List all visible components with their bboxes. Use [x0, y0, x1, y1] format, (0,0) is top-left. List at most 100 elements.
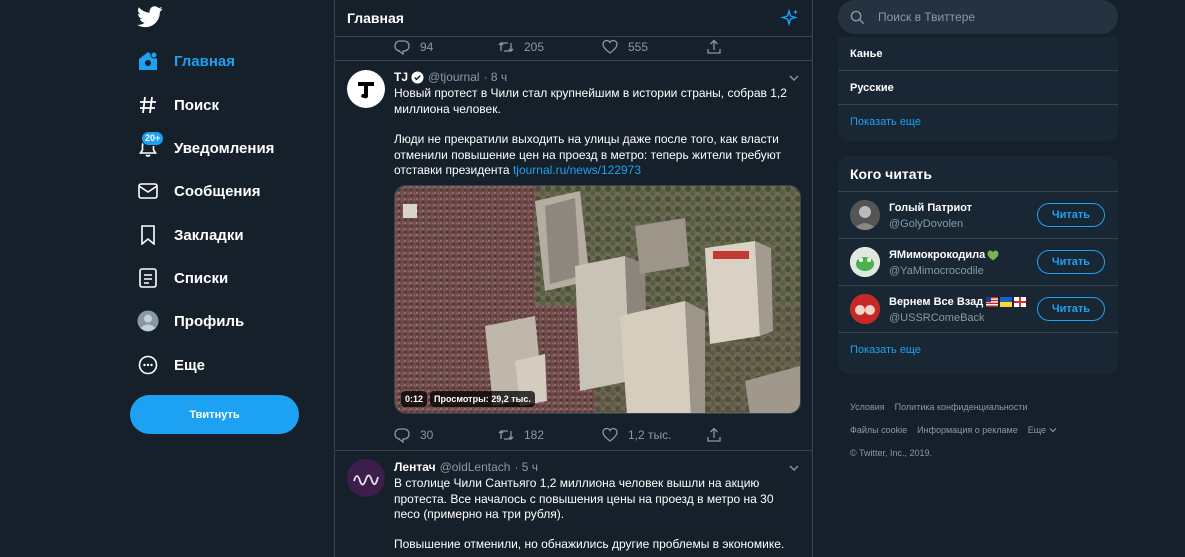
tweet-text: Новый протест в Чили стал крупнейшим в и… — [394, 86, 791, 116]
author-name[interactable]: TJ — [394, 70, 408, 84]
page-title: Главная — [347, 10, 404, 26]
footer-terms-link[interactable]: Условия — [850, 402, 885, 412]
tweet[interactable]: TJ @tjournal · 8 ч Новый протест в Чили … — [335, 61, 812, 451]
heart-icon — [602, 427, 618, 442]
timeline: Главная 94 205 555 TJ @tjournal · 8 ч Но… — [334, 0, 813, 557]
suggestion-name-row: ЯМимокрокодила — [889, 249, 999, 261]
author-name[interactable]: Лентач — [394, 460, 436, 474]
tweet-text-2: Повышение отменили, но обнажились другие… — [394, 537, 785, 551]
video-views: Просмотры: 29,2 тыс. — [430, 391, 535, 407]
author-handle[interactable]: @oldLentach — [440, 460, 511, 474]
reply-count: 94 — [420, 40, 434, 54]
notifications-badge: 20+ — [141, 131, 165, 146]
nav-home-label: Главная — [174, 52, 236, 70]
retweet-button[interactable]: 182 — [498, 427, 602, 443]
list-icon — [137, 267, 159, 289]
search-bar[interactable] — [838, 0, 1118, 34]
footer-row-3: © Twitter, Inc., 2019. — [850, 448, 942, 458]
avatar[interactable] — [347, 70, 385, 108]
follow-button[interactable]: Читать — [1037, 297, 1105, 321]
trends-panel: Канье Русские Показать еще — [838, 37, 1118, 141]
tj-logo-icon — [358, 82, 374, 99]
avatar[interactable] — [850, 200, 880, 230]
footer-ads-link[interactable]: Информация о рекламе — [917, 425, 1018, 435]
share-button[interactable] — [706, 39, 810, 55]
avatar[interactable] — [347, 459, 385, 497]
tweet-header: Лентач @oldLentach · 5 ч — [394, 460, 538, 474]
follow-button[interactable]: Читать — [1037, 250, 1105, 274]
bookmark-icon — [137, 224, 159, 246]
chevron-down-icon[interactable] — [788, 462, 800, 474]
retweet-button[interactable]: 205 — [498, 39, 602, 55]
nav-notifications-label: Уведомления — [174, 139, 275, 157]
nav-explore[interactable]: Поиск — [137, 90, 219, 120]
scrollbar[interactable] — [1173, 0, 1185, 557]
suggestion-name: ЯМимокрокодила — [889, 249, 986, 261]
avatar[interactable] — [850, 247, 880, 277]
author-handle[interactable]: @tjournal — [428, 70, 480, 84]
nav-bookmarks-label: Закладки — [174, 226, 244, 244]
sparkle-icon[interactable] — [780, 8, 800, 28]
like-button[interactable]: 1,2 тыс. — [602, 427, 706, 443]
retweet-count: 182 — [524, 428, 545, 442]
avatar[interactable] — [850, 294, 880, 324]
chevron-down-icon — [1049, 428, 1057, 433]
footer-privacy-link[interactable]: Политика конфиденциальности — [895, 402, 1028, 412]
footer-copyright: © Twitter, Inc., 2019. — [850, 448, 933, 458]
tweet-text-2: Люди не прекратили выходить на улицы даж… — [394, 132, 799, 179]
more-icon — [137, 354, 159, 376]
reply-button[interactable]: 30 — [394, 427, 498, 443]
share-button[interactable] — [706, 427, 810, 443]
ussr-avatar-icon — [850, 294, 880, 324]
user-avatar-icon — [850, 200, 880, 230]
who-to-follow-show-more[interactable]: Показать еще — [838, 333, 1118, 367]
twitter-logo-icon[interactable] — [137, 6, 163, 28]
trend-item[interactable]: Русские — [838, 71, 1118, 105]
nav-lists[interactable]: Списки — [137, 263, 228, 293]
retweet-icon — [498, 42, 514, 52]
search-input[interactable] — [878, 10, 1098, 24]
left-navigation: Главная Поиск 20+ Уведомления Сообщения … — [0, 0, 335, 557]
nav-notifications[interactable]: 20+ Уведомления — [137, 131, 275, 163]
like-button[interactable]: 555 — [602, 39, 706, 55]
tweet-button[interactable]: Твитнуть — [130, 395, 299, 434]
lentach-logo-icon — [353, 474, 379, 486]
reply-button[interactable]: 94 — [394, 39, 498, 55]
crowd-video-thumbnail — [395, 186, 800, 413]
tweet-time[interactable]: · 5 ч — [514, 460, 538, 474]
follow-suggestion[interactable]: Голый Патриот @GolyDovolen Читать — [838, 192, 1118, 239]
follow-suggestion[interactable]: ЯМимокрокодила @YaMimocrocodile Читать — [838, 239, 1118, 286]
trends-show-more[interactable]: Показать еще — [838, 105, 1118, 139]
footer-cookies-link[interactable]: Файлы cookie — [850, 425, 907, 435]
nav-bookmarks[interactable]: Закладки — [137, 220, 244, 250]
green-heart-icon — [987, 250, 999, 260]
tweet-actions: 94 205 555 — [394, 39, 810, 55]
like-count: 555 — [628, 40, 649, 54]
who-to-follow-title: Кого читать — [838, 156, 1118, 192]
home-icon — [137, 50, 159, 72]
tweet-video[interactable]: 0:12 Просмотры: 29,2 тыс. — [394, 185, 801, 414]
tweet-header: TJ @tjournal · 8 ч — [394, 70, 507, 84]
trend-item[interactable]: Канье — [838, 37, 1118, 71]
reply-icon — [394, 40, 410, 55]
footer-more-link[interactable]: Еще — [1028, 425, 1057, 435]
tweet-text: В столице Чили Сантьяго 1,2 миллиона чел… — [394, 476, 777, 521]
video-duration: 0:12 — [401, 391, 428, 407]
follow-button[interactable]: Читать — [1037, 203, 1105, 227]
nav-messages[interactable]: Сообщения — [137, 176, 260, 206]
suggestion-handle: @YaMimocrocodile — [889, 265, 984, 277]
follow-suggestion[interactable]: Вернем Все Взад @USSRComeBack Читать — [838, 286, 1118, 333]
tweet[interactable]: Лентач @oldLentach · 5 ч В столице Чили … — [335, 451, 812, 557]
retweet-count: 205 — [524, 40, 545, 54]
tweet-link[interactable]: tjournal.ru/news/122973 — [513, 163, 641, 177]
nav-more[interactable]: Еще — [137, 350, 205, 380]
nav-profile[interactable]: Профиль — [137, 306, 244, 336]
retweet-icon — [498, 430, 514, 440]
tweet-time[interactable]: · 8 ч — [484, 70, 508, 84]
suggestion-handle: @GolyDovolen — [889, 218, 964, 230]
footer-row-1: Условия Политика конфиденциальности — [850, 402, 1037, 412]
share-icon — [707, 39, 721, 54]
suggestion-name: Вернем Все Взад — [889, 296, 984, 308]
nav-home[interactable]: Главная — [137, 46, 235, 76]
chevron-down-icon[interactable] — [788, 72, 800, 84]
